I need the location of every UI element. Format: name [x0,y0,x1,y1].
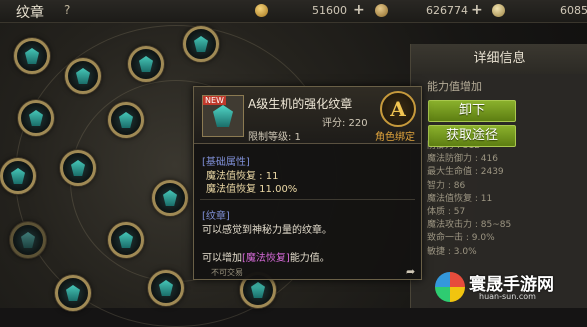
gem-icon [194,36,208,52]
emblem-slot[interactable] [10,222,46,258]
help-icon[interactable]: ? [64,3,70,17]
emblem-slot[interactable] [108,102,144,138]
description-effect: 可以增加[魔法恢复]能力值。 [202,249,330,264]
emblem-slot[interactable] [18,100,54,136]
stat-line: 体质 : 57 [427,207,466,218]
obtain-source-button[interactable]: 获取途径 [428,125,516,147]
emblem-slot[interactable] [60,150,96,186]
gem-icon [251,282,265,298]
gem-icon [119,232,133,248]
silver-coin-icon [375,4,388,17]
gold-coin-icon [255,4,268,17]
emblem-slot[interactable] [65,58,101,94]
emblem-slot[interactable] [0,158,36,194]
gem-icon [66,285,80,301]
emblem-heading: [纹章] [202,211,230,222]
gem-icon [21,232,35,248]
currency-silver-value: 626774 [426,4,468,17]
basic-attr-heading: [基础属性] [202,157,250,168]
share-icon[interactable]: ➦ [406,265,415,278]
description: 可以感觉到神秘力量的纹章。 [202,225,332,236]
gem-icon [71,160,85,176]
gem-icon [119,112,133,128]
stat-line: 致命一击 : 9.0% [427,233,495,244]
detail-subheader: 能力值增加 [427,80,482,93]
emblem-gem-icon [213,105,233,127]
stat-line: 敏捷 : 3.0% [427,246,477,257]
attr-line: 魔法值恢复 11.00% [206,184,298,195]
emblem-slot[interactable] [55,275,91,311]
effect-highlight: [魔法恢复] [242,253,290,264]
grade-badge: A [380,91,416,127]
stat-line: 魔法攻击力 : 85~85 [427,220,512,231]
page-title: 纹章 [16,5,44,21]
watermark-url: huan-sun.com [479,292,536,301]
unequip-button[interactable]: 卸下 [428,100,516,122]
watermark-logo [435,272,465,302]
gem-icon [139,56,153,72]
item-name: A级生机的强化纹章 [248,97,353,111]
add-gold-button[interactable]: + [353,2,365,18]
effect-suffix: 能力值。 [289,253,330,264]
detail-header: 详细信息 [411,44,587,74]
item-icon: NEW [202,95,244,137]
stat-line: 最大生命值 : 2439 [427,167,504,178]
divider [200,199,415,200]
currency-diamond-value: 6085 [560,4,587,17]
stat-list: 防御力 : 312 魔法防御力 : 416 最大生命值 : 2439 智力 : … [427,140,511,259]
gem-icon [11,168,25,184]
emblem-slot[interactable] [108,222,144,258]
tooltip-header: NEW A级生机的强化纹章 评分: 220 限制等级: 1 A 角色绑定 [194,87,421,144]
bind-status: 角色绑定 [375,132,415,143]
item-score: 评分: 220 [322,118,368,129]
level-requirement: 限制等级: 1 [248,132,301,143]
gem-icon [163,190,177,206]
gem-icon [159,280,173,296]
gem-icon [76,68,90,84]
effect-prefix: 可以增加 [202,253,242,264]
diamond-icon [492,4,505,17]
new-badge: NEW [203,96,226,105]
emblem-slot[interactable] [148,270,184,306]
top-bar: 纹章 ? 51600 + 626774 + 6085 [0,0,587,23]
gem-icon [25,48,39,64]
emblem-slot[interactable] [14,38,50,74]
add-silver-button[interactable]: + [471,2,483,18]
item-tooltip: NEW A级生机的强化纹章 评分: 220 限制等级: 1 A 角色绑定 [基础… [193,86,422,280]
trade-status: 不可交易 [211,268,243,277]
stat-line: 智力 : 86 [427,180,466,191]
emblem-slot[interactable] [183,26,219,62]
gem-icon [29,110,43,126]
stat-line: 魔法值恢复 : 11 [427,193,493,204]
currency-gold-value: 51600 [312,4,347,17]
emblem-slot[interactable] [152,180,188,216]
watermark: 寰晟手游网 huan-sun.com [435,270,583,304]
stat-line: 魔法防御力 : 416 [427,154,498,165]
detail-panel: 详细信息 能力值增加 防御力 : 312 魔法防御力 : 416 最大生命值 :… [410,44,587,308]
emblem-slot[interactable] [128,46,164,82]
